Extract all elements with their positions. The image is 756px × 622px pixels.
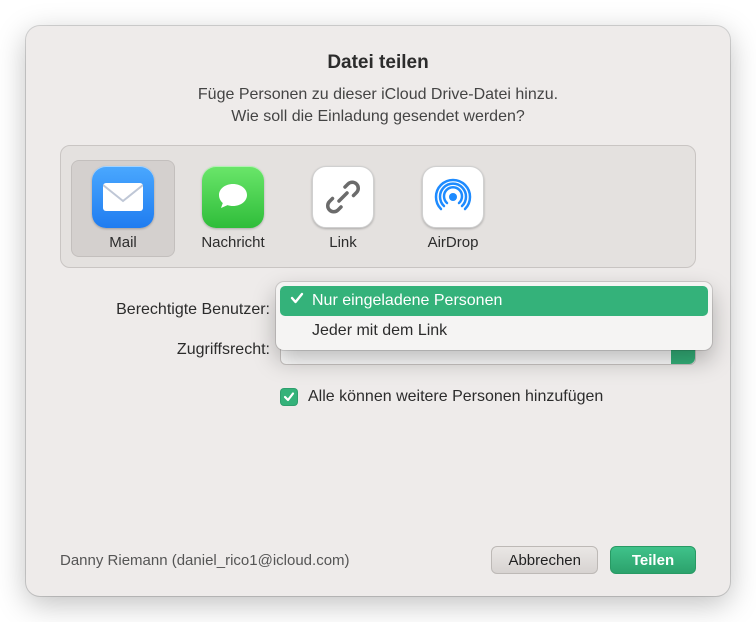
allow-others-invite-row[interactable]: Alle können weitere Personen hinzufügen <box>60 388 696 406</box>
permission-label: Zugriffsrecht: <box>60 341 280 359</box>
share-method-message-label: Nachricht <box>181 234 285 251</box>
airdrop-icon <box>422 166 484 228</box>
share-method-link[interactable]: Link <box>291 160 395 257</box>
dropdown-option-only-invited-label: Nur eingeladene Personen <box>312 292 502 310</box>
dialog-subtitle: Füge Personen zu dieser iCloud Drive-Dat… <box>60 84 696 129</box>
allow-others-invite-label: Alle können weitere Personen hinzufügen <box>308 388 603 406</box>
allowed-users-dropdown: Nur eingeladene Personen Jeder mit dem L… <box>276 282 712 350</box>
share-method-mail[interactable]: Mail <box>71 160 175 257</box>
dialog-footer: Danny Riemann (daniel_rico1@icloud.com) … <box>60 546 696 574</box>
share-method-message[interactable]: Nachricht <box>181 160 285 257</box>
dropdown-option-only-invited[interactable]: Nur eingeladene Personen <box>280 286 708 316</box>
share-file-dialog: Datei teilen Füge Personen zu dieser iCl… <box>26 26 730 596</box>
dropdown-option-anyone-link-label: Jeder mit dem Link <box>312 322 447 340</box>
subtitle-line-2: Wie soll die Einladung gesendet werden? <box>231 108 525 125</box>
checkbox-checked-icon <box>280 388 298 406</box>
allowed-users-label: Berechtigte Benutzer: <box>60 301 280 319</box>
share-method-link-label: Link <box>291 234 395 251</box>
dialog-title: Datei teilen <box>60 52 696 74</box>
share-method-airdrop[interactable]: AirDrop <box>401 160 505 257</box>
link-icon <box>312 166 374 228</box>
mail-icon <box>92 166 154 228</box>
share-method-panel: Mail Nachricht <box>60 145 696 268</box>
share-method-mail-label: Mail <box>71 234 175 251</box>
account-info: Danny Riemann (daniel_rico1@icloud.com) <box>60 552 479 569</box>
checkmark-icon <box>290 291 312 310</box>
dropdown-option-anyone-link[interactable]: Jeder mit dem Link <box>280 316 708 346</box>
message-icon <box>202 166 264 228</box>
share-button[interactable]: Teilen <box>610 546 696 574</box>
cancel-button[interactable]: Abbrechen <box>491 546 598 574</box>
subtitle-line-1: Füge Personen zu dieser iCloud Drive-Dat… <box>198 86 558 103</box>
share-method-airdrop-label: AirDrop <box>401 234 505 251</box>
